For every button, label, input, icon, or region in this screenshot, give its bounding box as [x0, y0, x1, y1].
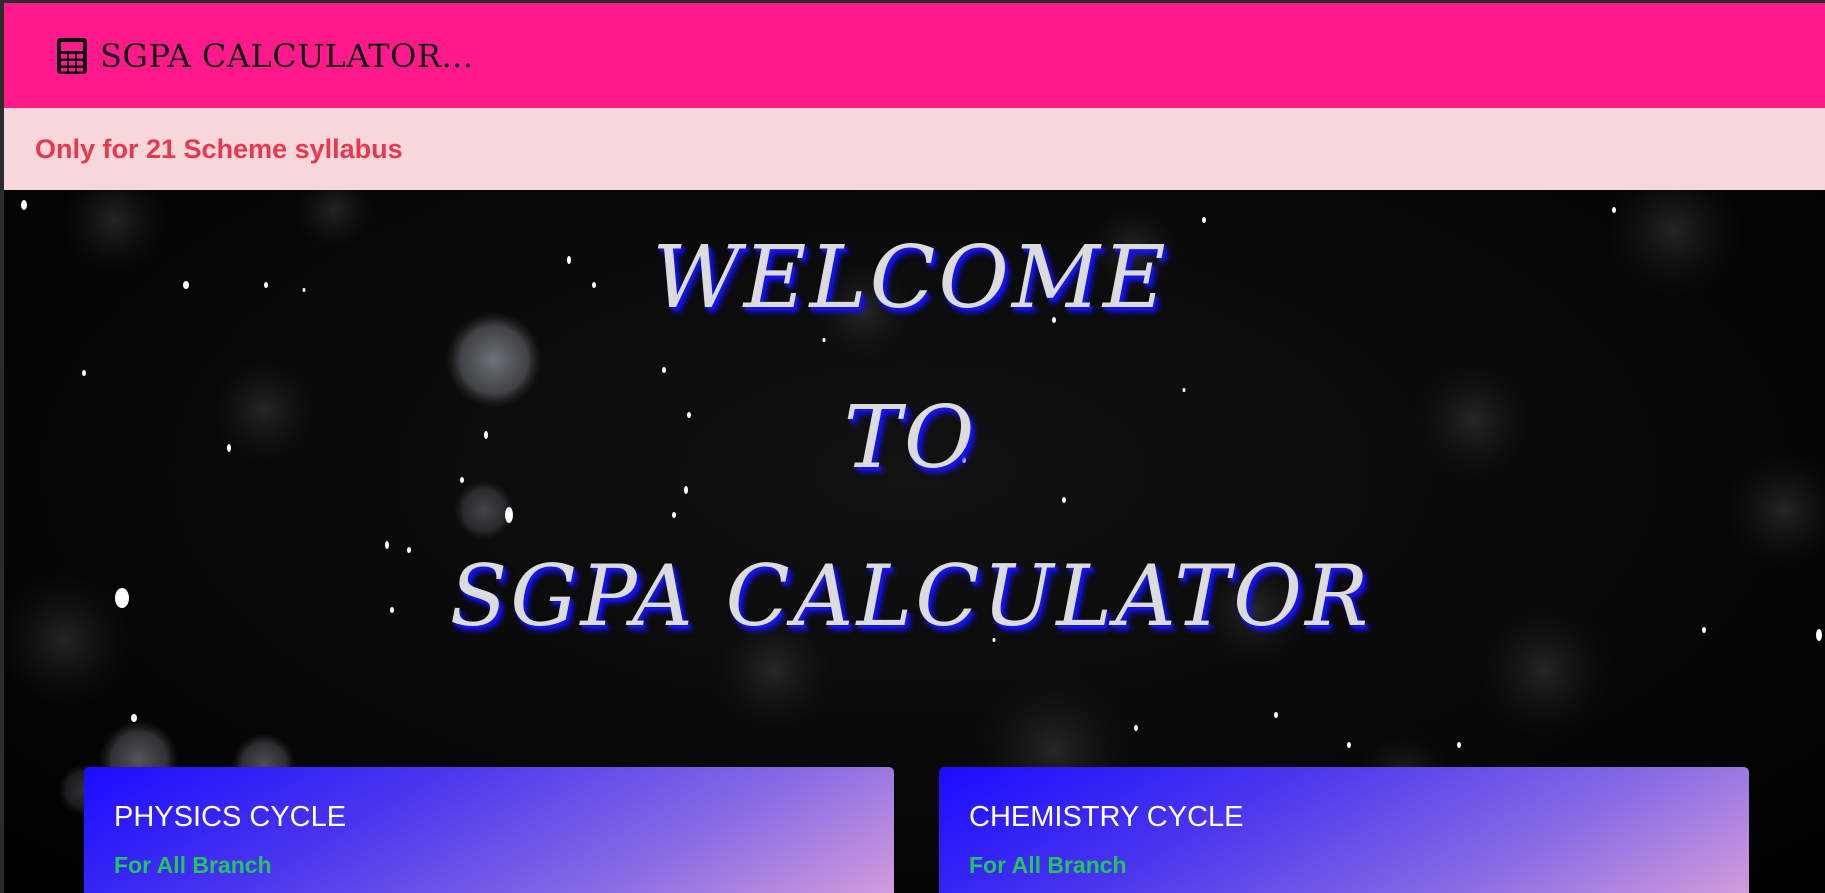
welcome-line-1: WELCOME [652, 228, 1169, 328]
alert-text: Only for 21 Scheme syllabus [35, 133, 403, 164]
welcome-line-3: SGPA CALCULATOR [449, 547, 1372, 645]
chemistry-cycle-card[interactable]: CHEMISTRY CYCLE For All Branch [939, 767, 1749, 893]
brand-title: SGPA CALCULATOR... [100, 36, 474, 75]
welcome-line-2: TO [843, 388, 978, 488]
physics-cycle-card[interactable]: PHYSICS CYCLE For All Branch [84, 767, 894, 893]
calculator-icon [56, 37, 88, 75]
scheme-alert: Only for 21 Scheme syllabus [4, 108, 1825, 190]
physics-cycle-subtitle: For All Branch [114, 852, 272, 878]
navbar-brand[interactable]: SGPA CALCULATOR... [56, 37, 473, 75]
physics-cycle-title: PHYSICS CYCLE [114, 801, 347, 833]
navbar: SGPA CALCULATOR... [4, 3, 1825, 108]
chemistry-cycle-subtitle: For All Branch [969, 852, 1127, 878]
page: SGPA CALCULATOR... Only for 21 Scheme sy… [4, 3, 1825, 893]
chemistry-cycle-title: CHEMISTRY CYCLE [969, 801, 1244, 833]
